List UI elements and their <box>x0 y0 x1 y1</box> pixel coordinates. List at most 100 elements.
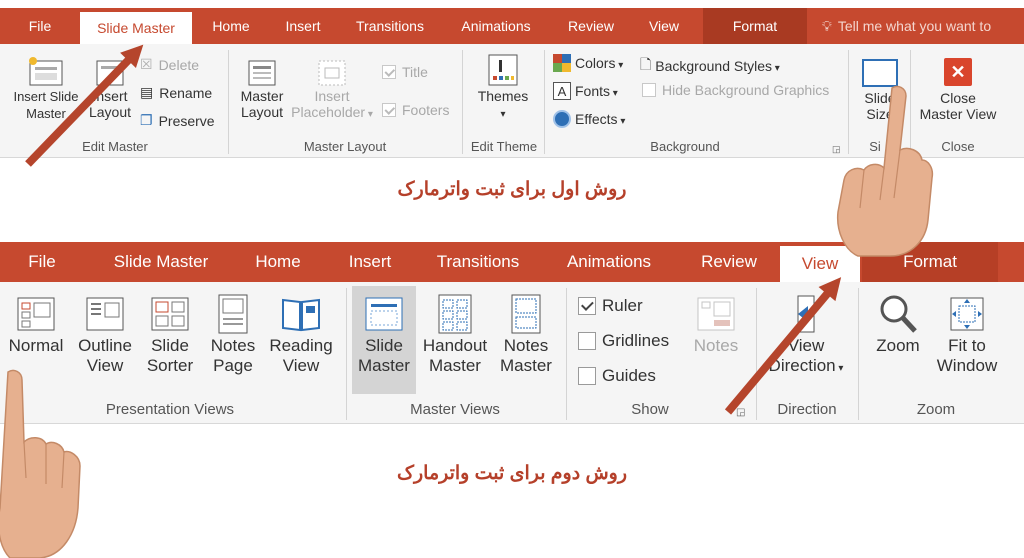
preserve-label: Preserve <box>158 112 215 129</box>
preserve-button[interactable]: ❐ Preserve <box>140 112 215 129</box>
guides-checkbox[interactable]: Guides <box>578 366 656 386</box>
magnifier-icon <box>880 295 917 333</box>
tab-format[interactable]: Format <box>703 8 807 44</box>
show-group-label: Show <box>631 401 669 418</box>
slide-master-icon <box>29 57 63 86</box>
gridlines-checkbox[interactable]: Gridlines <box>578 331 669 351</box>
themes-button[interactable]: Themes ▾ <box>470 52 536 121</box>
colors-icon <box>553 54 571 72</box>
notes-toggle-button[interactable]: Notes <box>688 292 744 356</box>
reading-view-icon <box>282 298 320 332</box>
notes-master-icon <box>511 294 541 334</box>
background-styles-button[interactable]: 🗋︎ Background Styles <box>640 54 780 78</box>
group-divider <box>756 288 757 420</box>
title-checkbox[interactable]: Title <box>382 64 428 80</box>
handout-master-button[interactable]: Handout Master <box>418 292 492 375</box>
rename-icon: ▤ <box>140 84 154 100</box>
master-layout-label: Master Layout <box>240 88 284 121</box>
group-divider <box>858 288 859 420</box>
background-styles-label: Background Styles <box>655 58 780 74</box>
colors-label: Colors <box>575 55 623 71</box>
footers-checkbox-label: Footers <box>402 102 450 118</box>
master-layout-icon <box>248 60 276 86</box>
delete-label: Delete <box>158 56 200 73</box>
tab-review[interactable]: Review <box>558 8 624 44</box>
tab-insert[interactable]: Insert <box>334 242 406 282</box>
zoom-button[interactable]: Zoom <box>868 292 928 356</box>
tab-home[interactable]: Home <box>200 8 262 44</box>
reading-view-button[interactable]: Reading View <box>266 292 336 375</box>
hide-background-checkbox[interactable]: Hide Background Graphics <box>642 82 829 98</box>
guides-checkbox-box[interactable] <box>578 367 596 385</box>
footers-checkbox[interactable]: Footers <box>382 102 449 118</box>
pointing-hand-icon <box>836 85 934 257</box>
normal-view-label: Normal <box>8 336 64 355</box>
tab-transitions[interactable]: Transitions <box>346 8 434 44</box>
notes-page-button[interactable]: Notes Page <box>202 292 264 375</box>
hide-background-checkbox-box[interactable] <box>642 83 656 97</box>
rename-label: Rename <box>159 84 213 101</box>
ribbon-tab-bar: File Slide Master Home Insert Transition… <box>0 8 1024 44</box>
slide-sorter-label: Slide Sorter <box>146 336 194 375</box>
tab-transitions[interactable]: Transitions <box>424 242 532 282</box>
tab-file[interactable]: File <box>14 242 70 282</box>
master-layout-button[interactable]: Master Layout <box>236 56 288 120</box>
delete-button[interactable]: ☒ Delete <box>140 56 199 73</box>
fonts-button[interactable]: A Fonts <box>553 82 618 100</box>
title-checkbox-box[interactable] <box>382 65 396 79</box>
insert-placeholder-label: Insert Placeholder <box>291 88 373 120</box>
fit-to-window-button[interactable]: Fit to Window <box>930 292 1004 375</box>
themes-label: Themes <box>477 88 529 104</box>
dialog-launcher-icon[interactable]: ◲ <box>736 407 745 418</box>
paint-bucket-icon: 🗋︎ <box>640 56 652 72</box>
fonts-label: Fonts <box>575 83 618 99</box>
themes-icon <box>488 54 518 86</box>
slide-sorter-button[interactable]: Slide Sorter <box>140 292 200 375</box>
slide-master-view-button[interactable]: Slide Master <box>352 286 416 394</box>
slide-master-view-label: Slide Master <box>358 336 410 375</box>
lightbulb-icon: 💡︎ <box>822 17 832 34</box>
master-layout-group-label: Master Layout <box>303 139 387 154</box>
normal-view-icon <box>17 297 55 331</box>
tab-home[interactable]: Home <box>240 242 316 282</box>
tab-view[interactable]: View <box>634 8 694 44</box>
group-divider <box>462 50 463 154</box>
tab-file[interactable]: File <box>14 8 66 44</box>
notes-icon <box>697 297 735 331</box>
notes-toggle-label: Notes <box>693 336 739 355</box>
effects-icon <box>553 110 571 128</box>
notes-master-button[interactable]: Notes Master <box>494 292 558 375</box>
rename-button[interactable]: ▤ Rename <box>140 84 212 101</box>
insert-placeholder-button[interactable]: Insert Placeholder <box>288 56 376 121</box>
normal-view-button[interactable]: Normal <box>4 292 68 356</box>
tab-animations[interactable]: Animations <box>552 242 666 282</box>
tab-animations[interactable]: Animations <box>450 8 542 44</box>
outline-view-button[interactable]: Outline View <box>72 292 138 375</box>
effects-button[interactable]: Effects <box>553 110 625 128</box>
footers-checkbox-box[interactable] <box>382 103 396 117</box>
colors-button[interactable]: Colors <box>553 54 623 72</box>
tab-review[interactable]: Review <box>688 242 770 282</box>
background-group-label: Background <box>650 139 720 154</box>
gridlines-checkbox-box[interactable] <box>578 332 596 350</box>
ruler-checkbox-box[interactable] <box>578 297 596 315</box>
handout-master-label: Handout Master <box>422 336 488 375</box>
gridlines-label: Gridlines <box>602 331 670 350</box>
tab-insert[interactable]: Insert <box>272 8 334 44</box>
placeholder-icon <box>318 60 346 86</box>
ribbon-body: Normal Outline View Slide Sorter Notes P… <box>0 282 1024 424</box>
caption-method-two: روش دوم برای ثبت واترمارک <box>396 463 628 484</box>
slide-sorter-icon <box>151 297 189 331</box>
zoom-group-label: Zoom <box>916 401 956 418</box>
preserve-icon: ❐ <box>140 112 153 128</box>
hide-background-label: Hide Background Graphics <box>662 82 830 98</box>
notes-master-label: Notes Master <box>500 336 552 375</box>
ribbon-view: File Slide Master Home Insert Transition… <box>0 242 1024 424</box>
tab-slide-master[interactable]: Slide Master <box>100 242 222 282</box>
chevron-down-icon: ▾ <box>500 109 506 121</box>
ruler-checkbox[interactable]: Ruler <box>578 296 643 316</box>
handout-master-icon <box>438 294 472 334</box>
fonts-icon: A <box>553 82 571 100</box>
master-views-group-label: Master Views <box>410 401 500 418</box>
tell-me-box[interactable]: 💡︎ Tell me what you want to <box>822 8 1022 44</box>
